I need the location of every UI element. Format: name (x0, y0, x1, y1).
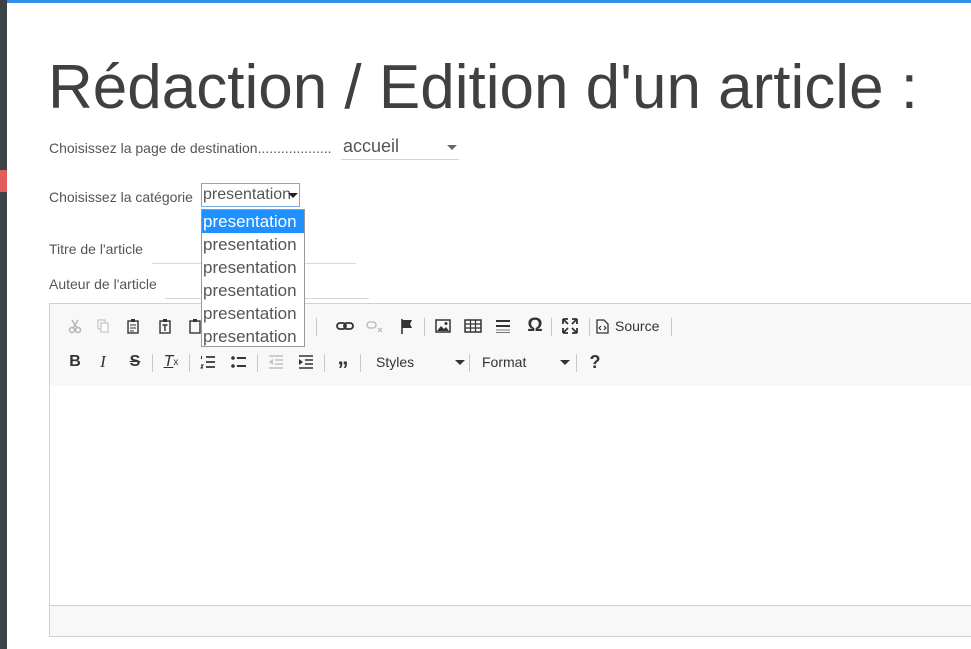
left-sidebar-strip (0, 0, 7, 649)
bulleted-list-icon[interactable] (226, 348, 252, 376)
paste-icon[interactable] (120, 312, 146, 340)
toolbar-separator (424, 318, 425, 336)
image-icon[interactable] (430, 312, 456, 340)
styles-dropdown[interactable]: Styles (376, 348, 466, 376)
toolbar-separator (257, 354, 258, 372)
category-select[interactable]: presentation (201, 183, 300, 207)
format-dropdown[interactable]: Format (482, 348, 576, 376)
toolbar-separator (152, 354, 153, 372)
source-button[interactable]: Source (596, 312, 676, 340)
category-option[interactable]: presentation (202, 233, 304, 256)
toolbar-separator (671, 318, 672, 336)
unlink-icon[interactable] (362, 312, 388, 340)
chevron-down-icon (560, 360, 570, 365)
maximize-icon[interactable] (557, 312, 583, 340)
strikethrough-icon[interactable]: S (122, 348, 148, 376)
rich-text-editor: ▾ Ω (49, 303, 971, 637)
document-source-icon (596, 318, 609, 334)
paste-text-icon[interactable] (152, 312, 178, 340)
top-accent-bar (7, 0, 971, 3)
italic-icon[interactable]: I (90, 348, 116, 376)
chevron-down-icon (455, 360, 465, 365)
category-option[interactable]: presentation (202, 325, 304, 348)
remove-format-icon[interactable]: Tx (158, 348, 184, 376)
help-icon[interactable]: ? (582, 348, 608, 376)
destination-select[interactable]: accueil (341, 135, 459, 160)
editor-content-area[interactable] (50, 386, 971, 606)
copy-icon[interactable] (90, 312, 116, 340)
sidebar-marker (0, 170, 7, 192)
category-option[interactable]: presentation (202, 279, 304, 302)
special-character-icon[interactable]: Ω (522, 312, 548, 340)
cut-icon[interactable] (62, 312, 88, 340)
category-select-value: presentation (203, 186, 292, 203)
author-label: Auteur de l'article (49, 276, 157, 292)
destination-select-value: accueil (343, 136, 400, 156)
chevron-down-icon (447, 145, 457, 150)
table-icon[interactable] (460, 312, 486, 340)
page-title: Rédaction / Edition d'un article : (48, 53, 918, 122)
toolbar-row-1: ▾ Ω (60, 312, 971, 342)
category-option[interactable]: presentation (202, 256, 304, 279)
category-label: Choisissez la catégorie (49, 189, 193, 205)
toolbar-separator (316, 318, 317, 336)
category-dropdown-list: presentation presentation presentation p… (201, 209, 305, 347)
blockquote-icon[interactable]: ” (330, 348, 356, 384)
destination-label: Choisissez la page de destination.......… (49, 140, 332, 156)
toolbar-separator (551, 318, 552, 336)
outdent-icon[interactable] (263, 348, 289, 376)
source-button-label: Source (615, 318, 660, 334)
toolbar-separator (324, 354, 325, 372)
indent-icon[interactable] (293, 348, 319, 376)
title-label: Titre de l'article (49, 241, 143, 257)
chevron-down-icon (288, 193, 298, 198)
editor-toolbar: ▾ Ω (50, 304, 971, 387)
toolbar-row-2: B I S Tx ” Styles Format ? (60, 348, 971, 383)
anchor-flag-icon[interactable] (394, 312, 420, 340)
toolbar-separator (360, 354, 361, 372)
toolbar-separator (589, 318, 590, 336)
format-dropdown-label: Format (482, 354, 527, 370)
styles-dropdown-label: Styles (376, 354, 415, 370)
toolbar-separator (576, 354, 577, 372)
toolbar-separator (469, 354, 470, 372)
horizontal-rule-icon[interactable] (490, 312, 516, 340)
category-option[interactable]: presentation (202, 210, 304, 233)
toolbar-separator (189, 354, 190, 372)
editor-status-bar (50, 605, 971, 636)
numbered-list-icon[interactable] (195, 348, 221, 376)
bold-icon[interactable]: B (62, 348, 88, 376)
category-option[interactable]: presentation (202, 302, 304, 325)
link-icon[interactable] (332, 312, 358, 340)
